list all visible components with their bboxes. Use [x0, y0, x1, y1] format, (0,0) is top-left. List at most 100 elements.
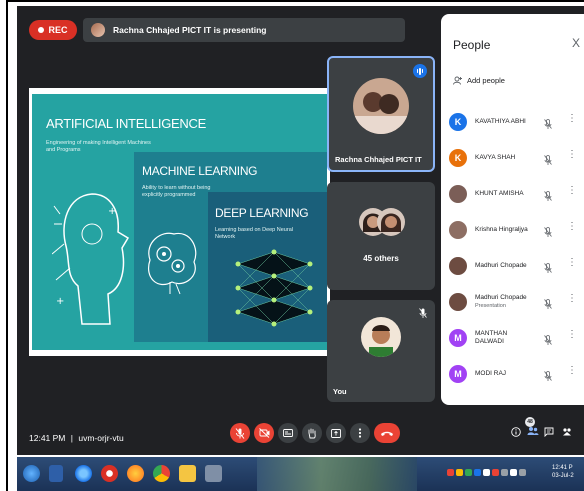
- close-panel-icon[interactable]: X: [572, 36, 580, 50]
- participant-row[interactable]: M MANTHAN DALWADI ⋮: [449, 324, 584, 352]
- folder-icon[interactable]: [179, 465, 196, 482]
- participant-mic-off-icon[interactable]: [544, 152, 552, 170]
- participant-more-icon[interactable]: ⋮: [567, 186, 577, 196]
- participant-row[interactable]: Madhuri Chopade Presentation ⋮: [449, 288, 584, 316]
- slide-ml-subtitle: Ability to learn without being explicitl…: [142, 185, 211, 198]
- presenting-text: Rachna Chhajed PICT IT is presenting: [113, 25, 267, 35]
- shared-presentation: ARTIFICIAL INTELLIGENCE Engineering of m…: [29, 88, 330, 356]
- more-options-button[interactable]: [350, 423, 370, 443]
- presenter-avatar: [91, 23, 105, 37]
- app-icon[interactable]: [205, 465, 222, 482]
- add-people-button[interactable]: Add people: [453, 76, 505, 85]
- participant-mic-off-icon[interactable]: [544, 116, 552, 134]
- slide-content: ARTIFICIAL INTELLIGENCE Engineering of m…: [32, 94, 327, 350]
- participant-row[interactable]: KHUNT AMISHA ⋮: [449, 180, 584, 208]
- participant-avatar: M: [449, 365, 467, 383]
- participant-more-icon[interactable]: ⋮: [567, 150, 577, 160]
- participant-mic-off-icon[interactable]: [544, 224, 552, 242]
- svg-text:+: +: [108, 206, 116, 217]
- participant-more-icon[interactable]: ⋮: [567, 222, 577, 232]
- meeting-info-separator: |: [70, 433, 73, 443]
- slide-dl-subtitle: Learning based on Deep Neural Network: [215, 227, 293, 240]
- opera-icon[interactable]: [101, 465, 118, 482]
- participant-mic-off-icon[interactable]: [544, 296, 552, 314]
- participant-more-icon[interactable]: ⋮: [567, 114, 577, 124]
- participant-avatar: [449, 221, 467, 239]
- participant-name: Madhuri Chopade Presentation: [475, 294, 535, 310]
- participant-more-icon[interactable]: ⋮: [567, 366, 577, 376]
- recording-badge[interactable]: REC: [29, 20, 77, 40]
- slide-ml-title: MACHINE LEARNING: [142, 164, 258, 178]
- participant-tile-self[interactable]: You: [327, 300, 435, 402]
- leave-call-button[interactable]: [374, 423, 400, 443]
- screenshot-top-border: [6, 0, 584, 2]
- participant-mic-off-icon[interactable]: [544, 332, 552, 350]
- participant-name: KAVATHIYA ABHI: [475, 118, 535, 126]
- camera-toggle-button[interactable]: [254, 423, 274, 443]
- participant-mic-off-icon[interactable]: [544, 188, 552, 206]
- participant-name: Madhuri Chopade: [475, 262, 535, 270]
- firefox-icon[interactable]: [127, 465, 144, 482]
- participant-row[interactable]: K KAVYA SHAH ⋮: [449, 144, 584, 172]
- activities-icon[interactable]: [562, 427, 572, 437]
- ie-browser-icon[interactable]: [75, 465, 92, 482]
- participant-more-icon[interactable]: ⋮: [567, 330, 577, 340]
- participant-name: KAVYA SHAH: [475, 154, 535, 162]
- participant-avatar: [449, 293, 467, 311]
- participant-row[interactable]: K KAVATHIYA ABHI ⋮: [449, 108, 584, 136]
- svg-text:+: +: [56, 296, 64, 307]
- system-tray[interactable]: [447, 469, 526, 476]
- participant-name-text: Krishna Hingraljya: [475, 226, 528, 233]
- participant-name: MODI RAJ: [475, 370, 535, 378]
- participant-name-text: MODI RAJ: [475, 370, 507, 377]
- participant-subtitle: Presentation: [475, 303, 506, 309]
- raise-hand-icon: [308, 428, 316, 438]
- raise-hand-button[interactable]: [302, 423, 322, 443]
- more-vert-icon: [358, 428, 362, 438]
- neural-network-illustration: [235, 249, 313, 327]
- people-panel: People X Add people K KAVATHIYA ABHI ⋮ K KAV…: [441, 14, 584, 405]
- record-dot-icon: [38, 27, 45, 33]
- taskbar-background-image: [257, 457, 417, 491]
- participant-avatar: [449, 185, 467, 203]
- participant-avatar: M: [449, 329, 467, 347]
- participant-mic-off-icon[interactable]: [544, 260, 552, 278]
- chat-icon[interactable]: [544, 427, 554, 437]
- meeting-info: 12:41 PM | uvm-orjr-vtu: [29, 433, 124, 443]
- participant-name: KHUNT AMISHA: [475, 190, 535, 198]
- speaking-indicator-icon: [413, 64, 427, 78]
- system-clock[interactable]: 12:41 P 03-Jul-2: [552, 464, 574, 480]
- present-screen-button[interactable]: [326, 423, 346, 443]
- meet-window: REC Rachna Chhajed PICT IT is presenting…: [17, 6, 584, 455]
- participant-name-text: Madhuri Chopade: [475, 262, 527, 269]
- captions-button[interactable]: [278, 423, 298, 443]
- os-taskbar: 12:41 P 03-Jul-2: [17, 457, 584, 491]
- start-icon[interactable]: [23, 465, 40, 482]
- slide-ai-subtitle: Engineering of making Intelligent Machin…: [46, 140, 151, 153]
- participant-tile-others[interactable]: 45 others: [327, 182, 435, 290]
- tile-name-self: You: [333, 387, 347, 396]
- recording-label: REC: [48, 25, 68, 35]
- participant-more-icon[interactable]: ⋮: [567, 258, 577, 268]
- chrome-icon[interactable]: [153, 465, 170, 482]
- presenting-banner: Rachna Chhajed PICT IT is presenting: [83, 18, 405, 42]
- participant-row[interactable]: M MODI RAJ ⋮: [449, 360, 584, 388]
- participant-row[interactable]: Krishna Hingraljya ⋮: [449, 216, 584, 244]
- participant-tile-presenter[interactable]: Rachna Chhajed PICT IT: [327, 56, 435, 172]
- file-explorer-icon[interactable]: [49, 465, 63, 482]
- participant-avatar: K: [449, 149, 467, 167]
- participant-row[interactable]: Madhuri Chopade ⋮: [449, 252, 584, 280]
- clock-time: 12:41 P: [552, 465, 573, 471]
- camera-off-icon: [258, 428, 269, 438]
- meeting-code: uvm-orjr-vtu: [78, 433, 124, 443]
- participant-avatar: [449, 257, 467, 275]
- participant-more-icon[interactable]: ⋮: [567, 294, 577, 304]
- participant-name-text: KAVYA SHAH: [475, 154, 516, 161]
- robot-head-illustration: + +: [52, 193, 130, 325]
- participant-mic-off-icon[interactable]: [544, 368, 552, 386]
- brain-gears-illustration: [148, 232, 197, 295]
- microphone-toggle-button[interactable]: [230, 423, 250, 443]
- present-screen-icon: [331, 428, 341, 438]
- info-icon[interactable]: [511, 427, 521, 437]
- end-call-icon: [381, 431, 393, 436]
